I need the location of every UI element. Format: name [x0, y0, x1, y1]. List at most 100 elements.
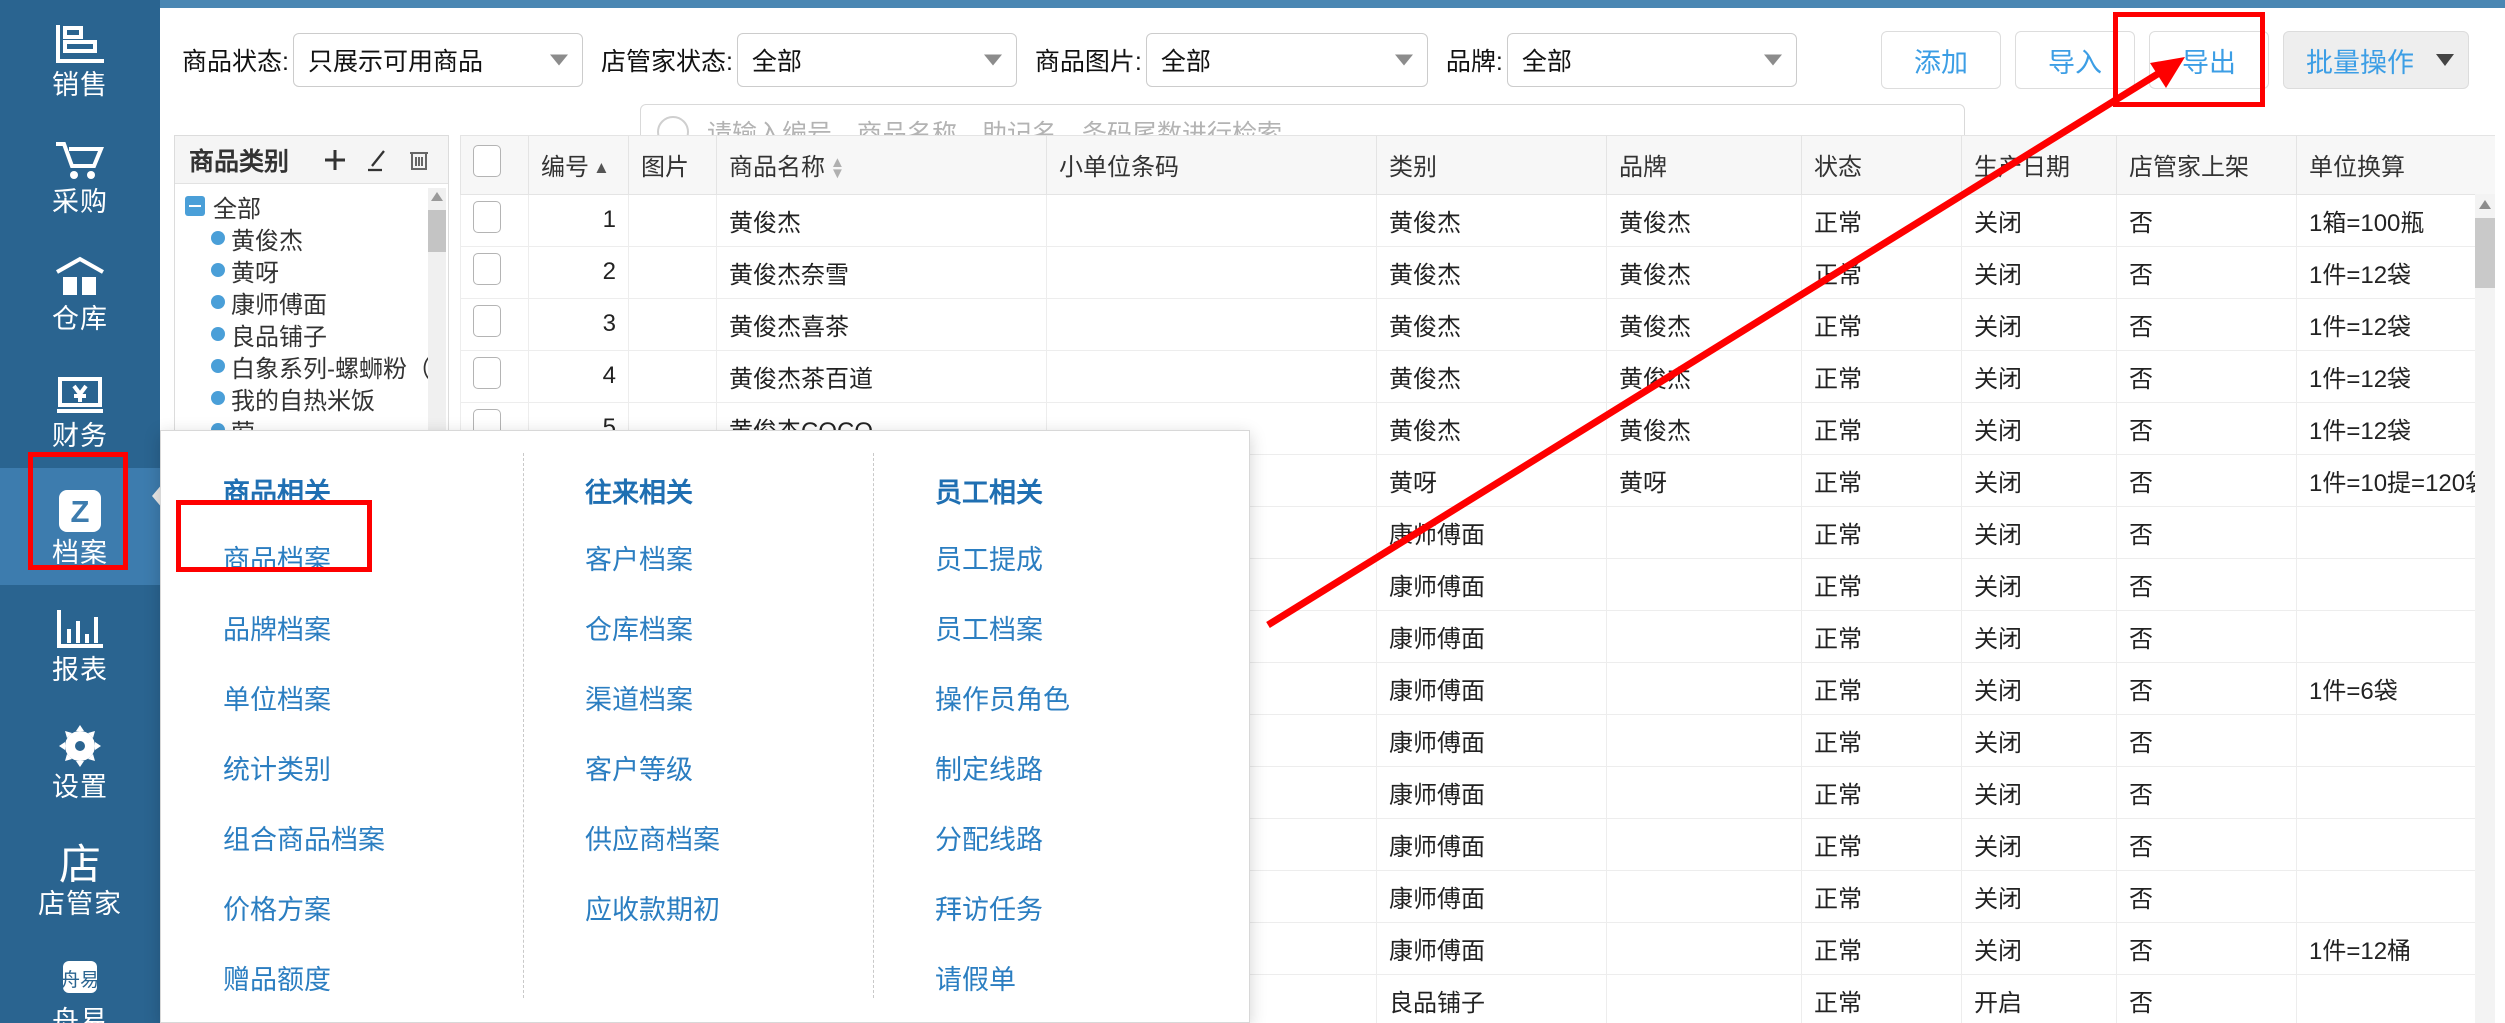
row-checkbox[interactable]	[473, 304, 501, 337]
cell-unit-conversion: 1件=6袋	[2296, 661, 2495, 715]
cell-no: 1	[528, 193, 629, 247]
menu-item-price-plan[interactable]: 价格方案	[223, 888, 523, 932]
cell-brand: 黄俊杰	[1606, 193, 1802, 247]
export-button[interactable]: 导出	[2149, 31, 2269, 89]
table-row[interactable]: 1 黄俊杰 黄俊杰 黄俊杰 正常 关闭否 1箱=100瓶	[460, 193, 2495, 247]
plus-icon[interactable]	[322, 147, 348, 173]
cell-production-date: 关闭	[1961, 245, 2117, 299]
chevron-down-icon	[2436, 54, 2454, 66]
table-row[interactable]: 2 黄俊杰奈雪 黄俊杰 黄俊杰 正常 关闭否 1件=12袋	[460, 245, 2495, 299]
product-image-select[interactable]: 全部	[1145, 33, 1428, 87]
menu-item-staff-archive[interactable]: 员工档案	[935, 608, 1223, 652]
collapse-toggle-icon[interactable]	[185, 196, 205, 216]
table-row[interactable]: 4 黄俊杰茶百道 黄俊杰 黄俊杰 正常 关闭否 1件=12袋	[460, 349, 2495, 403]
import-button[interactable]: 导入	[2015, 31, 2135, 89]
sidebar-item-warehouse[interactable]: 仓库	[0, 234, 160, 351]
tree-node[interactable]: 白象系列-螺蛳粉（3	[175, 350, 448, 383]
menu-item-customer-archive[interactable]: 客户档案	[585, 538, 873, 582]
menu-item-stat-category[interactable]: 统计类别	[223, 748, 523, 792]
row-checkbox[interactable]	[473, 200, 501, 233]
filter-brand: 品牌: 全部	[1446, 33, 1797, 87]
cell-checkbox[interactable]	[460, 297, 529, 351]
sidebar-item-settings[interactable]: 设置	[0, 702, 160, 819]
shopping-cart-icon	[50, 135, 110, 187]
sidebar-item-report[interactable]: 报表	[0, 585, 160, 702]
sidebar-item-sales[interactable]: 销售	[0, 0, 160, 117]
svg-text:Z: Z	[71, 494, 90, 529]
th-label: 状态	[1814, 154, 1862, 182]
cell-name: 黄俊杰奈雪	[716, 245, 1047, 299]
th-no[interactable]: 编号 ▲	[528, 136, 629, 195]
menu-item-leave-request[interactable]: 请假单	[935, 958, 1223, 1002]
table-row[interactable]: 3 黄俊杰喜茶 黄俊杰 黄俊杰 正常 关闭否 1件=12袋	[460, 297, 2495, 351]
batch-operation-button[interactable]: 批量操作	[2283, 31, 2469, 89]
table-scrollbar[interactable]	[2475, 194, 2495, 1023]
zhouyi-logo-icon: 舟易	[50, 954, 110, 1006]
th-pic: 图片	[628, 136, 717, 195]
menu-item-product-archive[interactable]: 商品档案	[223, 538, 523, 582]
cell-category: 康师傅面	[1376, 661, 1607, 715]
svg-text:舟易: 舟易	[61, 969, 99, 991]
edit-pencil-icon[interactable]	[364, 147, 390, 173]
tree-node[interactable]: 黄呀	[175, 254, 448, 287]
menu-item-gift-quota[interactable]: 赠品额度	[223, 958, 523, 1002]
menu-item-unit-archive[interactable]: 单位档案	[223, 678, 523, 722]
menu-item-combo-product-archive[interactable]: 组合商品档案	[223, 818, 523, 862]
cell-shelf: 否	[2116, 609, 2297, 663]
tree-node[interactable]: 良品铺子	[175, 318, 448, 351]
cell-brand	[1606, 713, 1802, 767]
sidebar-item-shop-manager[interactable]: 店 店管家	[0, 819, 160, 936]
tree-scrollbar[interactable]	[428, 188, 446, 436]
menu-item-create-route[interactable]: 制定线路	[935, 748, 1223, 792]
menu-item-supplier-archive[interactable]: 供应商档案	[585, 818, 873, 862]
menu-item-receivable-opening[interactable]: 应收款期初	[585, 888, 873, 932]
category-tree-header: 商品类别	[175, 136, 448, 184]
tree-node[interactable]: 我的自热米饭	[175, 382, 448, 415]
tree-node-root[interactable]: 全部	[175, 190, 448, 223]
scrollbar-thumb[interactable]	[428, 210, 446, 252]
cell-unit-conversion	[2296, 505, 2495, 559]
product-status-select[interactable]: 只展示可用商品	[292, 33, 583, 87]
menu-item-assign-route[interactable]: 分配线路	[935, 818, 1223, 862]
cell-checkbox[interactable]	[460, 349, 529, 403]
cell-brand: 黄俊杰	[1606, 349, 1802, 403]
chevron-down-icon	[983, 54, 1002, 66]
row-checkbox[interactable]	[473, 252, 501, 285]
tree-node[interactable]: 康师傅面	[175, 286, 448, 319]
cell-checkbox[interactable]	[460, 193, 529, 247]
sidebar-item-purchase[interactable]: 采购	[0, 117, 160, 234]
menu-item-visit-task[interactable]: 拜访任务	[935, 888, 1223, 932]
chevron-down-icon	[1763, 54, 1782, 66]
th-name[interactable]: 商品名称 ▲ ▼	[716, 136, 1047, 195]
cell-shelf: 否	[2116, 245, 2297, 299]
cell-checkbox[interactable]	[460, 245, 529, 299]
menu-item-warehouse-archive[interactable]: 仓库档案	[585, 608, 873, 652]
tree-node[interactable]: 黄俊杰	[175, 222, 448, 255]
th-select-all[interactable]	[460, 136, 529, 195]
menu-item-customer-level[interactable]: 客户等级	[585, 748, 873, 792]
menu-item-channel-archive[interactable]: 渠道档案	[585, 678, 873, 722]
menu-item-operator-role[interactable]: 操作员角色	[935, 678, 1223, 722]
row-checkbox[interactable]	[473, 356, 501, 389]
sidebar-item-archive[interactable]: Z 档案	[0, 468, 160, 585]
report-bar-icon	[50, 603, 110, 655]
sidebar-item-zhouyi[interactable]: 舟易 舟易	[0, 936, 160, 1023]
shop-status-select[interactable]: 全部	[736, 33, 1017, 87]
select-all-checkbox[interactable]	[473, 145, 501, 178]
scrollbar-thumb[interactable]	[2475, 218, 2495, 288]
cell-shelf: 否	[2116, 973, 2297, 1023]
sidebar-label: 报表	[52, 655, 108, 685]
cell-production-date: 关闭	[1961, 609, 2117, 663]
add-button[interactable]: 添加	[1881, 31, 2001, 89]
menu-item-staff-commission[interactable]: 员工提成	[935, 538, 1223, 582]
menu-group-title: 员工相关	[935, 478, 1043, 508]
cell-status: 正常	[1801, 401, 1962, 455]
trash-icon[interactable]	[406, 147, 432, 173]
sidebar-item-finance[interactable]: 财务	[0, 351, 160, 468]
cell-status: 正常	[1801, 453, 1962, 507]
brand-select[interactable]: 全部	[1506, 33, 1797, 87]
chevron-up-icon[interactable]	[431, 192, 443, 201]
menu-item-brand-archive[interactable]: 品牌档案	[223, 608, 523, 652]
filter-label: 品牌:	[1445, 48, 1503, 76]
chevron-up-icon[interactable]	[2479, 200, 2491, 209]
